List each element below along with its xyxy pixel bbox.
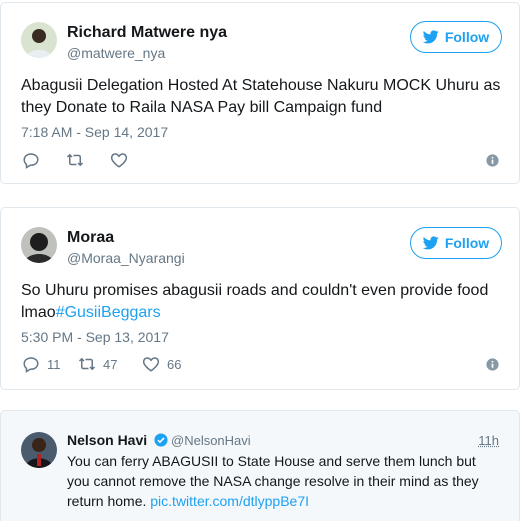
avatar[interactable] <box>21 432 57 468</box>
tweet-text: Abagusii Delegation Hosted At Statehouse… <box>21 77 501 116</box>
retweet-count: 47 <box>103 356 118 372</box>
author-name[interactable]: Moraa <box>67 229 114 247</box>
author-handle[interactable]: @Moraa_Nyarangi <box>67 250 185 266</box>
avatar[interactable] <box>21 22 57 58</box>
like-count: 66 <box>167 356 182 372</box>
pic-link[interactable]: pic.twitter.com/dtlyppBe7I <box>150 493 309 509</box>
tweet-card: Richard Matwere nya @matwere_nya Follow … <box>0 2 520 184</box>
retweet-button[interactable] <box>65 151 109 169</box>
twitter-bird-icon <box>422 30 439 44</box>
verified-badge-icon <box>154 433 168 447</box>
hashtag-link[interactable]: #GusiiBeggars <box>56 304 161 321</box>
tweet-actions: 11 47 66 <box>21 355 181 373</box>
reply-icon <box>23 153 39 169</box>
info-icon[interactable] <box>486 358 499 371</box>
author-name[interactable]: Richard Matwere nya <box>67 24 227 42</box>
tweet-time[interactable]: 11h <box>478 433 499 448</box>
tweet-timestamp[interactable]: 5:30 PM - Sep 13, 2017 <box>21 329 169 345</box>
like-button[interactable] <box>109 151 129 169</box>
follow-label: Follow <box>444 235 490 251</box>
twitter-bird-icon <box>422 236 439 250</box>
reply-icon <box>23 357 39 373</box>
author-handle[interactable]: @matwere_nya <box>67 45 165 61</box>
heart-icon <box>142 357 160 372</box>
tweet-card: Moraa @Moraa_Nyarangi Follow So Uhuru pr… <box>0 207 520 390</box>
avatar[interactable] <box>21 227 57 263</box>
like-button[interactable]: 66 <box>141 355 181 373</box>
reply-count: 11 <box>47 356 61 372</box>
retweet-button[interactable]: 47 <box>77 355 141 373</box>
follow-button[interactable]: Follow <box>410 21 502 53</box>
retweet-icon <box>66 153 84 167</box>
tweet-text: So Uhuru promises abagusii roads and cou… <box>21 280 501 324</box>
tweet-actions <box>21 151 129 169</box>
reply-button[interactable]: 11 <box>21 355 65 373</box>
embedded-tweet[interactable]: Nelson Havi @NelsonHavi 11h You can ferr… <box>0 410 520 521</box>
tweet-timestamp[interactable]: 7:18 AM - Sep 14, 2017 <box>21 124 168 140</box>
follow-label: Follow <box>444 29 490 45</box>
author-handle[interactable]: @NelsonHavi <box>171 433 251 448</box>
heart-icon <box>110 153 128 168</box>
author-name[interactable]: Nelson Havi <box>67 432 147 448</box>
follow-button[interactable]: Follow <box>410 227 502 259</box>
info-icon[interactable] <box>486 154 499 167</box>
reply-button[interactable] <box>21 151 65 169</box>
retweet-icon <box>78 357 96 371</box>
tweet-text: You can ferry ABAGUSII to State House an… <box>67 451 487 511</box>
